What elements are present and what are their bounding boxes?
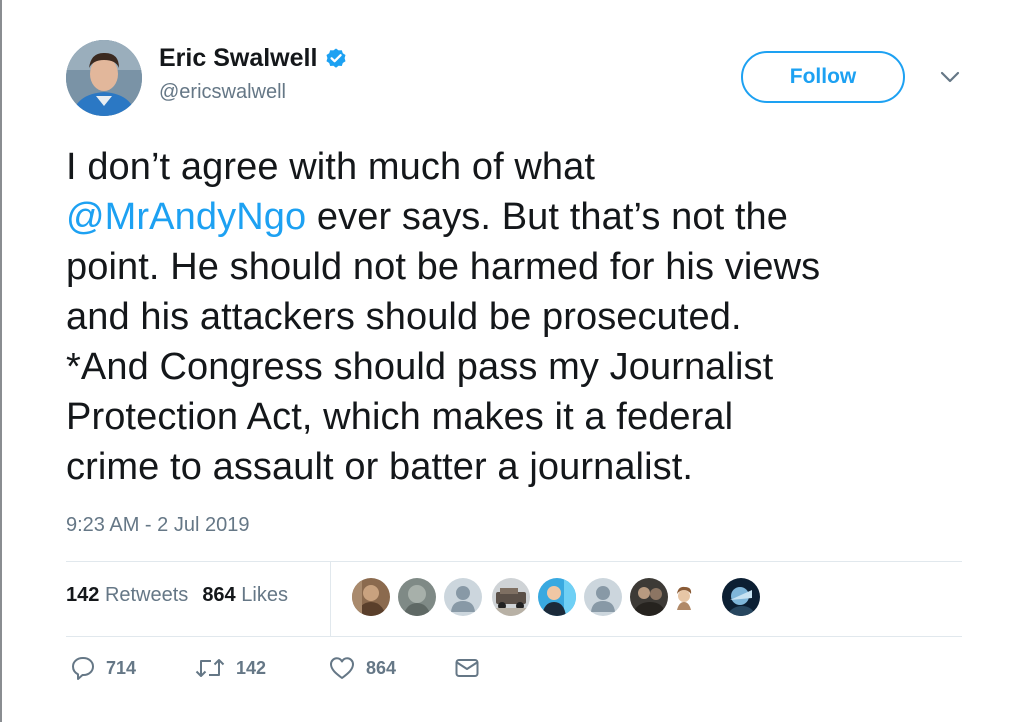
tweet-line: I don’t agree with much of what (66, 146, 596, 188)
retweet-button[interactable]: 142 (194, 655, 266, 681)
tweet-header: Eric Swalwell @ericswalwell Follow (66, 40, 966, 120)
liker-avatars (352, 578, 772, 618)
stats-top-divider (66, 561, 962, 562)
direct-message-icon (455, 659, 479, 677)
like-button[interactable]: 864 (328, 655, 396, 681)
tweet-line: Protection Act, which makes it a federal (66, 396, 734, 438)
tweet-line-rest: ever says. But that’s not the (316, 196, 789, 238)
tweet-line: and his attackers should be prosecuted. (66, 296, 742, 338)
likes-label: Likes (241, 584, 288, 606)
tweet-line: crime to assault or batter a journalist. (66, 446, 694, 488)
window-border (0, 0, 2, 722)
display-name-text: Eric Swalwell (159, 44, 318, 72)
engagement-stats: 142 Retweets 864 Likes (66, 584, 288, 607)
user-handle[interactable]: @ericswalwell (159, 81, 348, 104)
reply-count: 714 (106, 657, 137, 678)
reply-button[interactable]: 714 (70, 655, 136, 681)
follow-button[interactable]: Follow (741, 51, 905, 103)
retweets-label: Retweets (104, 584, 189, 606)
liker-avatar[interactable] (444, 578, 482, 616)
stats-vertical-divider (330, 562, 331, 636)
retweets-stat[interactable]: 142 Retweets (66, 584, 188, 606)
like-count: 864 (366, 657, 397, 678)
retweet-count: 142 (236, 657, 267, 678)
tweet-timestamp[interactable]: 9:23 AM - 2 Jul 2019 (66, 514, 249, 537)
liker-avatar[interactable] (672, 578, 698, 616)
liker-avatar[interactable] (722, 578, 760, 616)
user-names: Eric Swalwell @ericswalwell (159, 44, 348, 104)
likes-stat[interactable]: 864 Likes (202, 584, 288, 606)
likes-count: 864 (202, 584, 236, 606)
display-name[interactable]: Eric Swalwell (159, 44, 348, 73)
liker-avatar[interactable] (630, 578, 668, 616)
tweet-text: I don’t agree with much of what @MrAndyN… (66, 142, 966, 492)
liker-avatar[interactable] (352, 578, 390, 616)
reply-icon (72, 657, 94, 680)
retweet-icon (195, 659, 225, 677)
verified-badge-icon (326, 48, 346, 68)
like-icon (330, 657, 354, 679)
liker-avatar[interactable] (398, 578, 436, 616)
mention-link[interactable]: @MrAndyNgo (66, 196, 306, 238)
actions-top-divider (66, 636, 962, 637)
tweet-line: *And Congress should pass my Journalist (66, 346, 774, 388)
retweets-count: 142 (66, 584, 100, 606)
liker-avatar[interactable] (584, 578, 622, 616)
direct-message-button[interactable] (454, 655, 480, 681)
avatar[interactable] (66, 40, 142, 116)
tweet-line: point. He should not be harmed for his v… (66, 246, 821, 288)
liker-avatar[interactable] (538, 578, 576, 616)
chevron-down-icon[interactable] (940, 70, 960, 84)
tweet-line: @MrAndyNgo ever says. But that’s not the (66, 192, 966, 242)
tweet-actions: 714 142 864 (66, 655, 566, 689)
liker-avatar[interactable] (492, 578, 530, 616)
